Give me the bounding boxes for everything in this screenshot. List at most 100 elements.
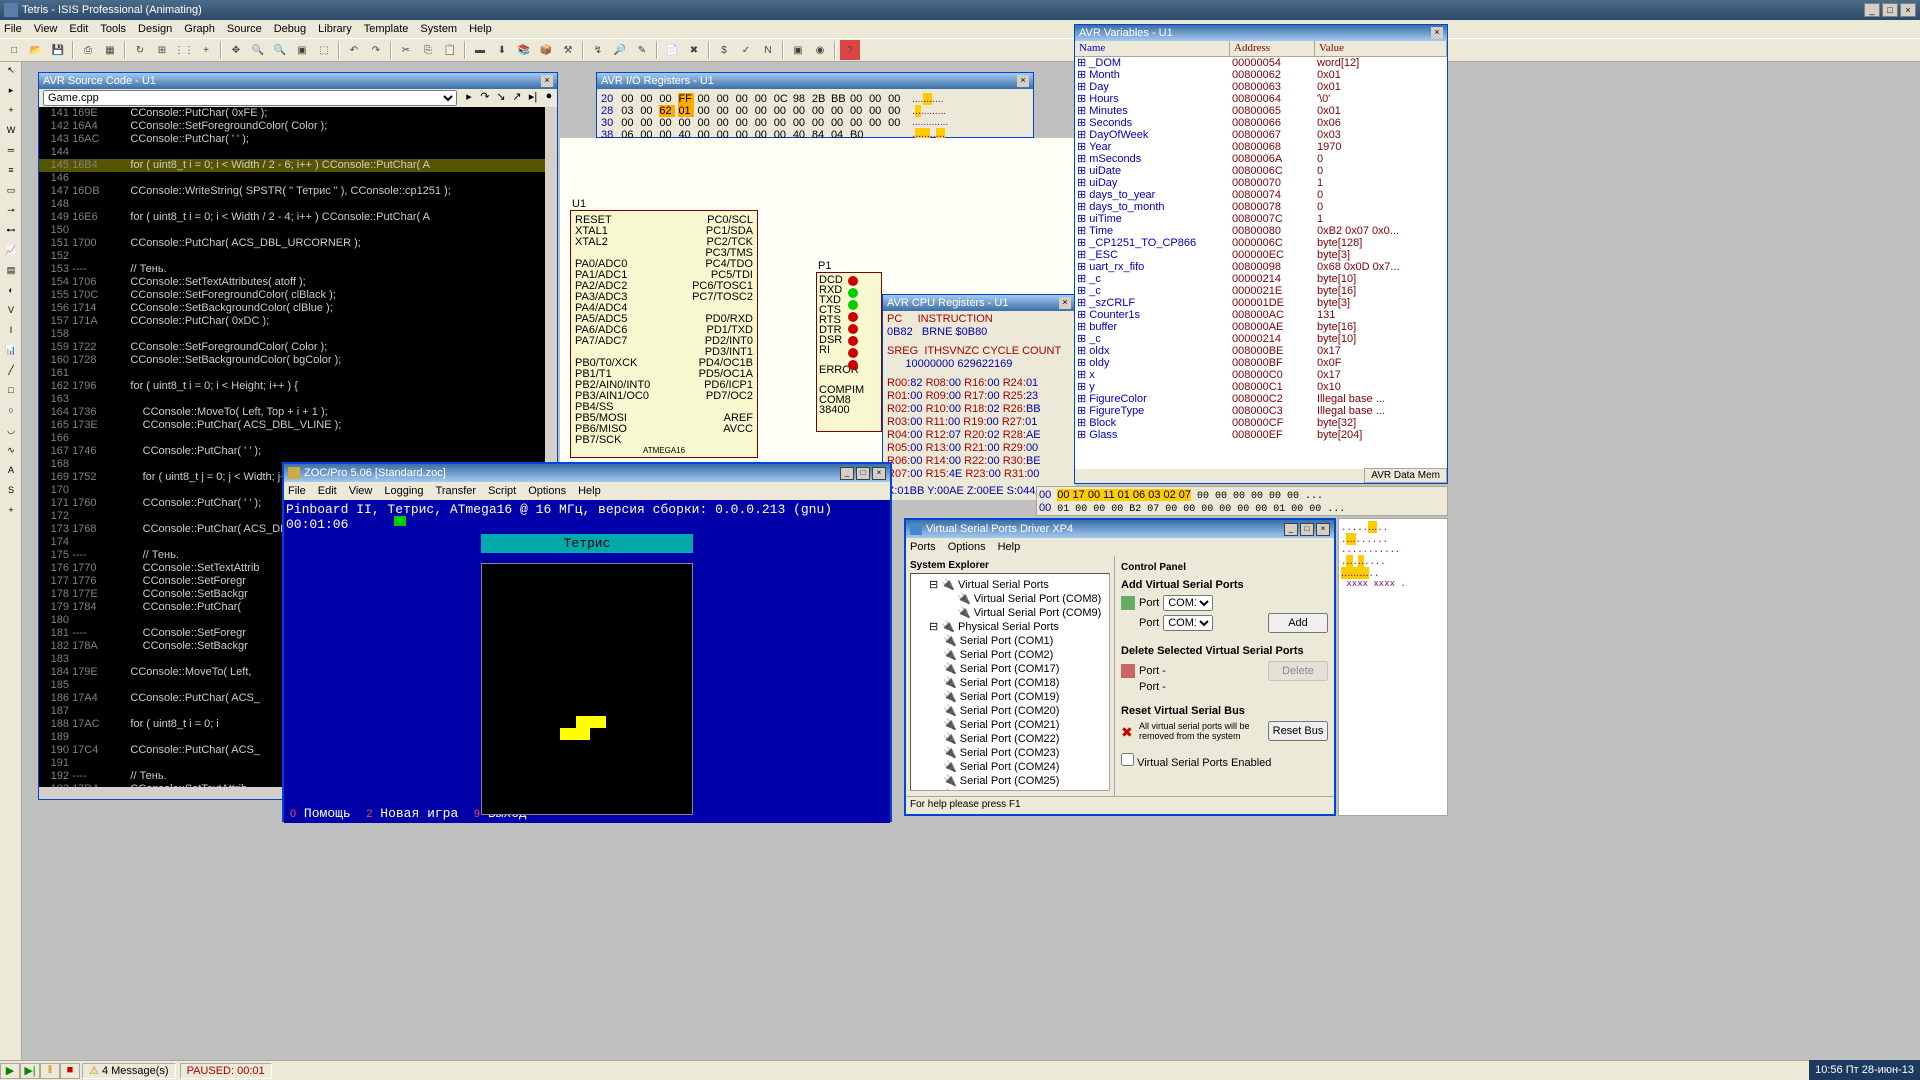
var-row[interactable]: ⊞ _CP1251_TO_CP8660000006Cbyte[128] xyxy=(1075,237,1447,249)
area-icon[interactable]: ▦ xyxy=(100,40,120,60)
var-row[interactable]: ⊞ _ESC000000ECbyte[3] xyxy=(1075,249,1447,261)
var-row[interactable]: ⊞ buffer008000AEbyte[16] xyxy=(1075,321,1447,333)
cut-icon[interactable]: ✂ xyxy=(396,40,416,60)
vsp-menu-ports[interactable]: Ports xyxy=(910,541,936,553)
var-row[interactable]: ⊞ uiDay008000701 xyxy=(1075,177,1447,189)
close-icon[interactable]: × xyxy=(1059,297,1071,309)
pan-icon[interactable]: ✥ xyxy=(226,40,246,60)
zoc-menu-transfer[interactable]: Transfer xyxy=(436,485,477,497)
close-icon[interactable]: × xyxy=(541,75,553,87)
zoc-menu-edit[interactable]: Edit xyxy=(318,485,337,497)
tree-item[interactable]: 🔌 Serial Port (COM1) xyxy=(915,634,1105,648)
tree-item[interactable]: 🔌 Serial Port (COM19) xyxy=(915,690,1105,704)
var-row[interactable]: ⊞ Time008000800xB2 0x07 0x0... xyxy=(1075,225,1447,237)
tree-item[interactable]: 🔌 Serial Port (COM21) xyxy=(915,718,1105,732)
newsheet-icon[interactable]: 📄 xyxy=(662,40,682,60)
tree-item[interactable]: 🔌 Serial Port (COM25) xyxy=(915,774,1105,788)
chip-u1[interactable]: RESETXTAL1XTAL2 PA0/ADC0PA1/ADC1PA2/ADC2… xyxy=(570,210,758,458)
junction-tool[interactable]: + xyxy=(2,104,20,122)
redo-icon[interactable]: ↷ xyxy=(366,40,386,60)
var-row[interactable]: ⊞ Seconds008000660x06 xyxy=(1075,117,1447,129)
minimize-button[interactable]: _ xyxy=(840,467,854,480)
net-icon[interactable]: N xyxy=(758,40,778,60)
delsheet-icon[interactable]: ✖ xyxy=(684,40,704,60)
menu-file[interactable]: File xyxy=(4,23,22,35)
vsp-menu-options[interactable]: Options xyxy=(948,541,986,553)
zoomin-icon[interactable]: 🔍 xyxy=(248,40,268,60)
marker-tool[interactable]: + xyxy=(2,504,20,522)
menu-library[interactable]: Library xyxy=(318,23,352,35)
zoc-menu-script[interactable]: Script xyxy=(488,485,516,497)
bus-tool[interactable]: ≡ xyxy=(2,164,20,182)
port1-select[interactable]: COM10 xyxy=(1163,595,1213,611)
menu-template[interactable]: Template xyxy=(364,23,409,35)
tree-item[interactable]: 🔌 Virtual Serial Port (COM9) xyxy=(915,606,1105,620)
instr-tool[interactable]: 📊 xyxy=(2,344,20,362)
bom-icon[interactable]: $ xyxy=(714,40,734,60)
grid-icon[interactable]: ⊞ xyxy=(152,40,172,60)
circle2d-tool[interactable]: ○ xyxy=(2,404,20,422)
tree-phys[interactable]: ⊟ 🔌 Physical Serial Ports xyxy=(915,620,1105,634)
gen-tool[interactable]: ◐ xyxy=(2,284,20,302)
data-mem-tab[interactable]: AVR Data Mem xyxy=(1364,468,1447,483)
var-row[interactable]: ⊞ DayOfWeek008000670x03 xyxy=(1075,129,1447,141)
data-mem-strip[interactable]: 00 00 17 00 11 01 06 03 02 07 00 00 00 0… xyxy=(1036,486,1448,516)
var-row[interactable]: ⊞ mSeconds0080006A0 xyxy=(1075,153,1447,165)
step-button[interactable]: ▶| xyxy=(20,1063,40,1079)
probe-v-tool[interactable]: V xyxy=(2,304,20,322)
source-file-select[interactable]: Game.cpp xyxy=(43,90,457,106)
delete-button[interactable]: Delete xyxy=(1268,661,1328,681)
text-tool[interactable]: ═ xyxy=(2,144,20,162)
var-row[interactable]: ⊞ oldx008000BE0x17 xyxy=(1075,345,1447,357)
var-row[interactable]: ⊞ Month008000620x01 xyxy=(1075,69,1447,81)
component-tool[interactable]: ▸ xyxy=(2,84,20,102)
help-icon[interactable]: ? xyxy=(840,40,860,60)
vsp-tree[interactable]: ⊟ 🔌 Virtual Serial Ports 🔌 Virtual Serial… xyxy=(910,573,1110,791)
zoc-menu-options[interactable]: Options xyxy=(528,485,566,497)
add-button[interactable]: Add xyxy=(1268,613,1328,633)
var-row[interactable]: ⊞ y008000C10x10 xyxy=(1075,381,1447,393)
var-row[interactable]: ⊞ FigureType008000C3Illegal base ... xyxy=(1075,405,1447,417)
pin-tool[interactable]: ⊷ xyxy=(2,224,20,242)
stepin-icon[interactable]: ↘ xyxy=(493,90,509,106)
var-row[interactable]: ⊞ Counter1s008000AC131 xyxy=(1075,309,1447,321)
close-button[interactable]: × xyxy=(1900,3,1916,17)
menu-help[interactable]: Help xyxy=(469,23,492,35)
tree-item[interactable]: 🔌 Serial Port (COM26) xyxy=(915,788,1105,791)
var-row[interactable]: ⊞ _szCRLF000001DEbyte[3] xyxy=(1075,297,1447,309)
menu-graph[interactable]: Graph xyxy=(184,23,215,35)
stepout-icon[interactable]: ↗ xyxy=(509,90,525,106)
term-tool[interactable]: ⊸ xyxy=(2,204,20,222)
var-row[interactable]: ⊞ oldy008000BF0x0F xyxy=(1075,357,1447,369)
close-icon[interactable]: × xyxy=(1431,27,1443,39)
enable-checkbox[interactable] xyxy=(1121,753,1134,766)
tree-item[interactable]: 🔌 Serial Port (COM23) xyxy=(915,746,1105,760)
path2d-tool[interactable]: ∿ xyxy=(2,444,20,462)
var-row[interactable]: ⊞ Block008000CFbyte[32] xyxy=(1075,417,1447,429)
close-button[interactable]: × xyxy=(1316,523,1330,536)
tree-root[interactable]: ⊟ 🔌 Virtual Serial Ports xyxy=(915,578,1105,592)
probe-i-tool[interactable]: I xyxy=(2,324,20,342)
menu-debug[interactable]: Debug xyxy=(274,23,306,35)
origin-icon[interactable]: + xyxy=(196,40,216,60)
pkg-icon[interactable]: 📦 xyxy=(536,40,556,60)
zoc-menu-file[interactable]: File xyxy=(288,485,306,497)
var-row[interactable]: ⊞ uiDate0080006C0 xyxy=(1075,165,1447,177)
var-row[interactable]: ⊞ Year008000681970 xyxy=(1075,141,1447,153)
tree-item[interactable]: 🔌 Serial Port (COM17) xyxy=(915,662,1105,676)
text2d-tool[interactable]: A xyxy=(2,464,20,482)
var-row[interactable]: ⊞ days_to_month008000780 xyxy=(1075,201,1447,213)
undo-icon[interactable]: ↶ xyxy=(344,40,364,60)
menu-source[interactable]: Source xyxy=(227,23,262,35)
copy-icon[interactable]: ⎘ xyxy=(418,40,438,60)
subckt-tool[interactable]: ▭ xyxy=(2,184,20,202)
zoomall-icon[interactable]: ▣ xyxy=(292,40,312,60)
line2d-tool[interactable]: ╱ xyxy=(2,364,20,382)
lib-icon[interactable]: 📚 xyxy=(514,40,534,60)
play-button[interactable]: ▶ xyxy=(0,1063,20,1079)
var-row[interactable]: ⊞ uart_rx_fifo008000980x68 0x0D 0x7... xyxy=(1075,261,1447,273)
maximize-button[interactable]: □ xyxy=(1300,523,1314,536)
paste-icon[interactable]: 📋 xyxy=(440,40,460,60)
erc-icon[interactable]: ✓ xyxy=(736,40,756,60)
grid2-icon[interactable]: ⋮⋮ xyxy=(174,40,194,60)
